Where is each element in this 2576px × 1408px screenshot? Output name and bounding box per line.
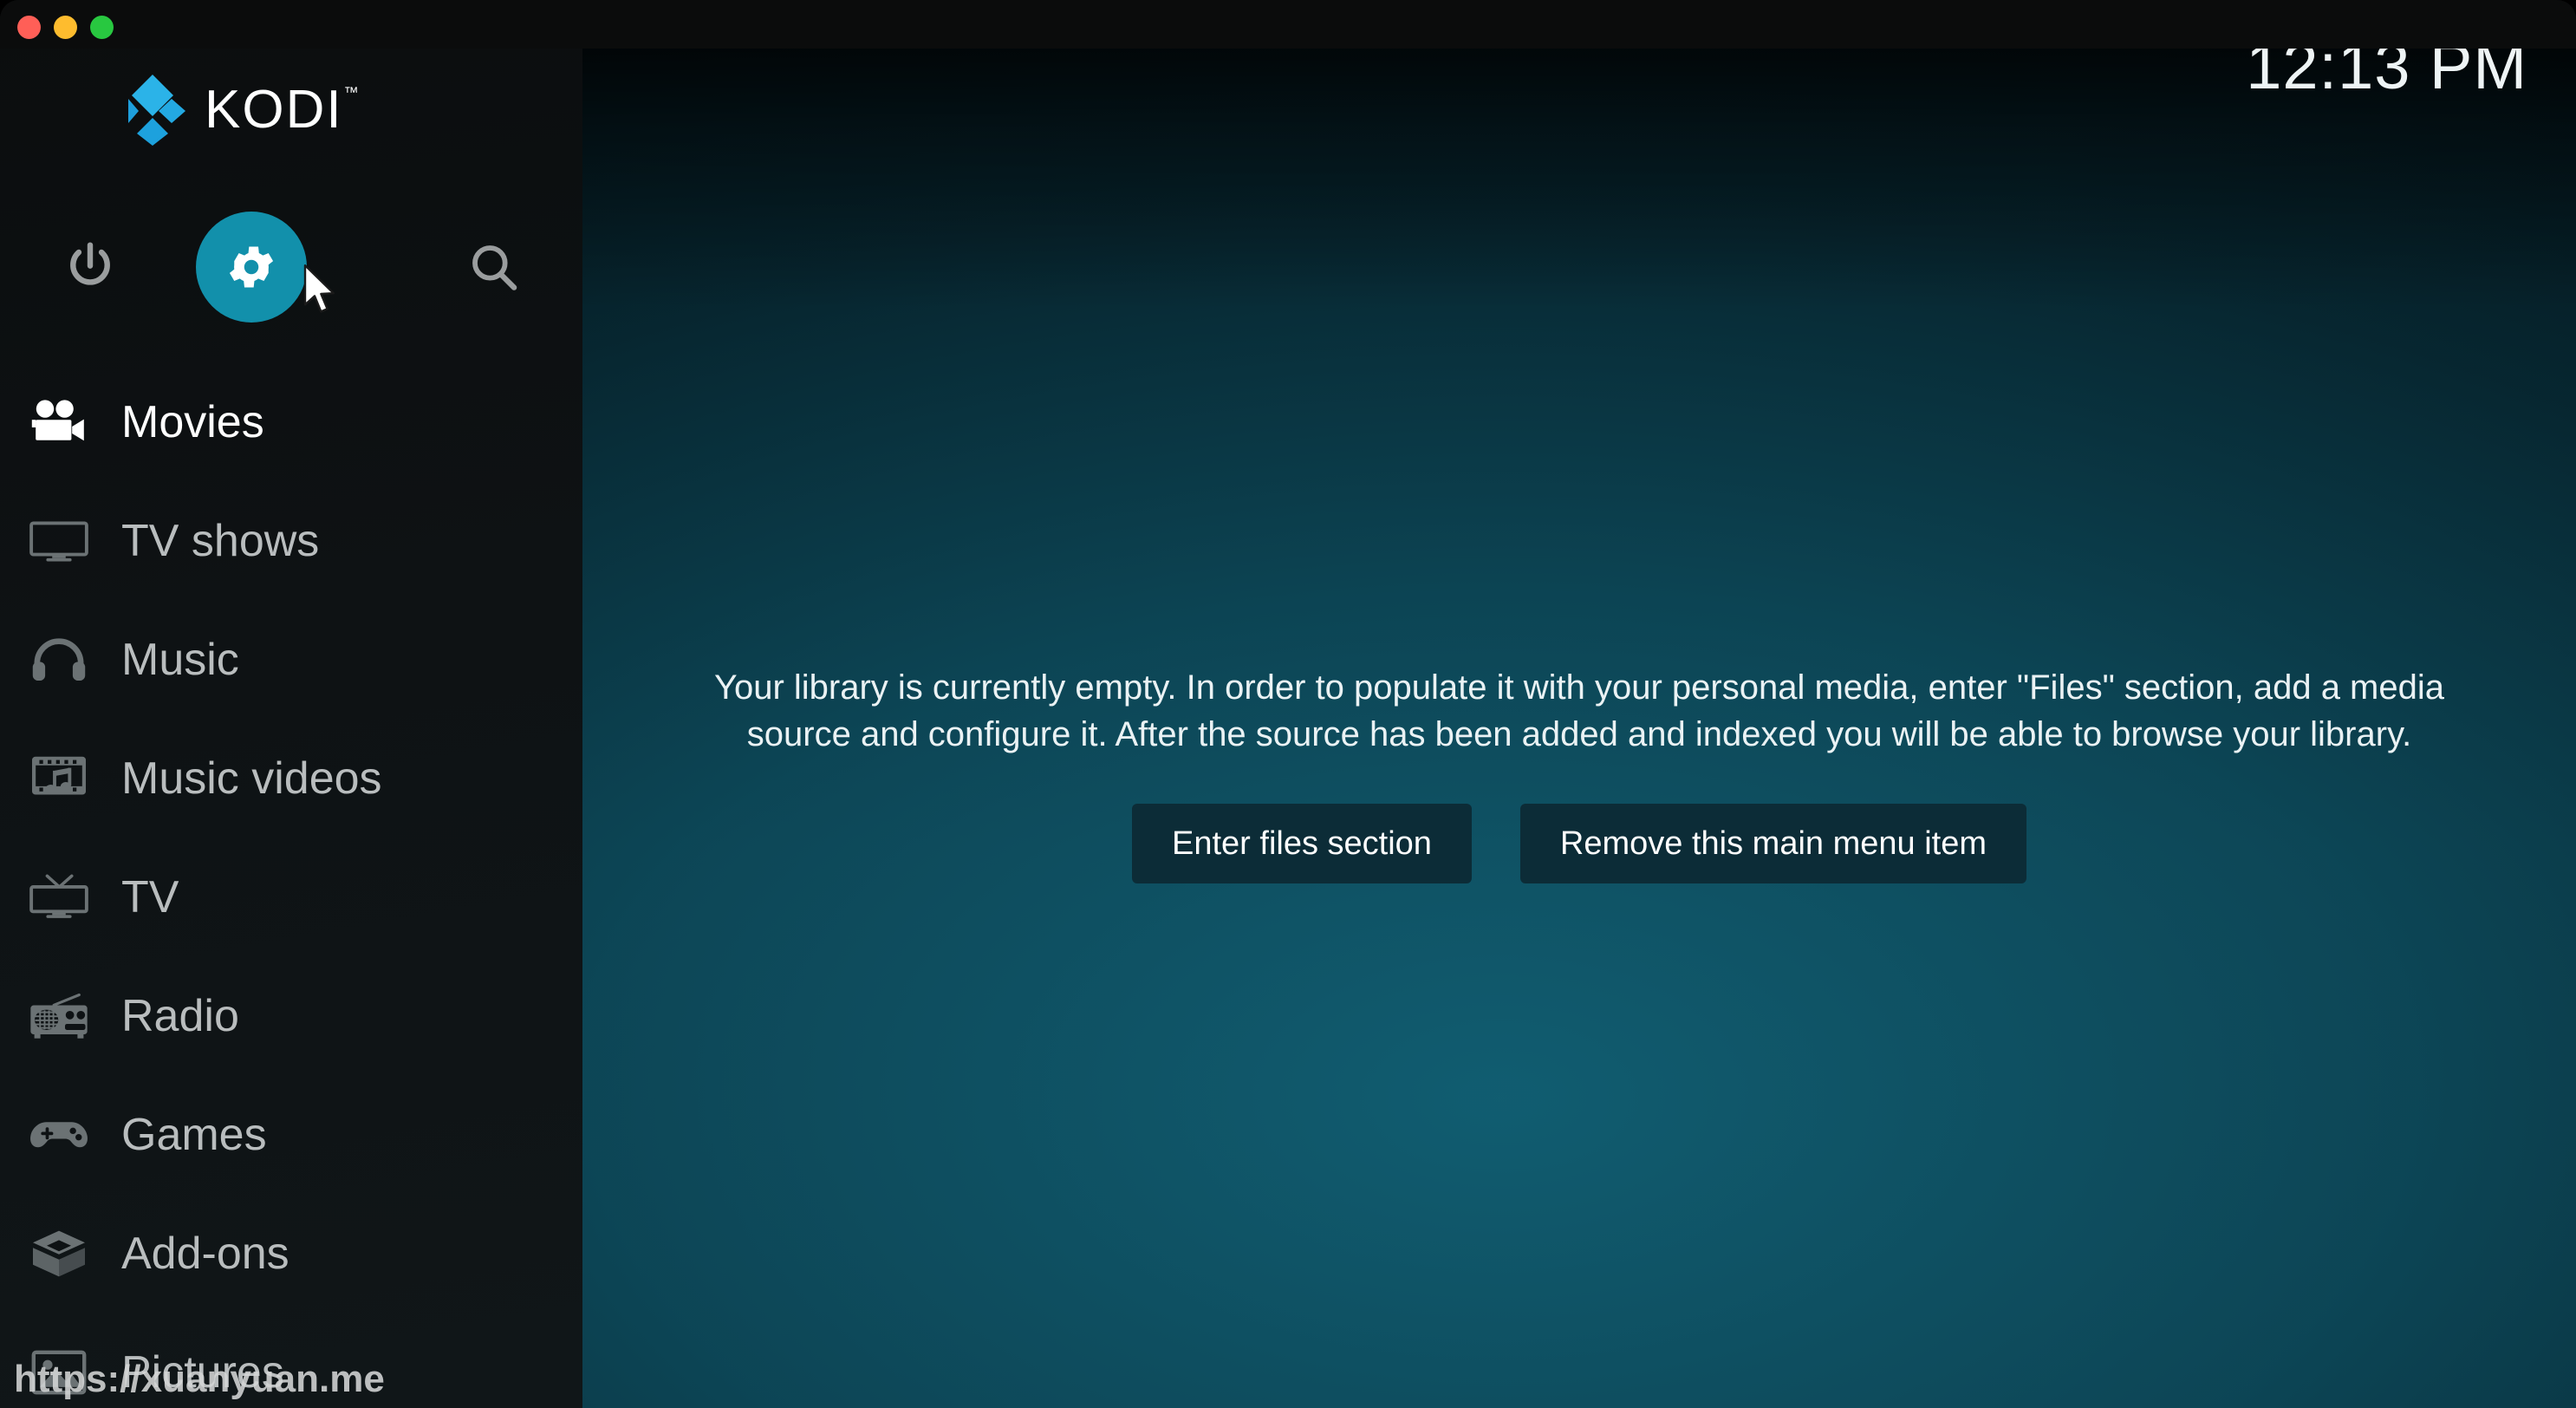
gamepad-icon <box>19 1100 99 1170</box>
remove-main-menu-item-button[interactable]: Remove this main menu item <box>1519 803 2026 883</box>
film-music-icon <box>19 744 99 813</box>
television-icon <box>19 506 99 576</box>
sidebar-item-label: TV <box>121 871 179 922</box>
sidebar-item-label: Games <box>121 1109 267 1160</box>
sidebar-item-music-videos[interactable]: Music videos <box>0 719 582 838</box>
kodi-window: 12:13 PM Your library is currently empty… <box>0 0 2576 1408</box>
window-minimize-button[interactable] <box>54 16 77 39</box>
sidebar-item-music[interactable]: Music <box>0 600 582 719</box>
sidebar: KODI ™ Movies TV shows Music Music video… <box>0 0 582 1408</box>
power-icon <box>70 242 110 285</box>
window-maximize-button[interactable] <box>90 16 114 39</box>
kodi-wordmark: KODI ™ <box>205 80 359 140</box>
enter-files-section-button[interactable]: Enter files section <box>1132 803 1472 883</box>
settings-button[interactable] <box>182 198 321 336</box>
sidebar-item-tv-shows[interactable]: TV shows <box>0 481 582 600</box>
kodi-logo-icon <box>128 75 185 146</box>
movie-camera-icon <box>19 388 99 457</box>
main-content-area: 12:13 PM Your library is currently empty… <box>582 0 2576 1408</box>
sidebar-item-label: Music <box>121 634 239 685</box>
power-button[interactable] <box>21 198 159 336</box>
sidebar-item-label: Radio <box>121 990 239 1041</box>
sidebar-item-radio[interactable]: Radio <box>0 956 582 1075</box>
watermark: https://xuanyuan.me <box>14 1358 385 1400</box>
gear-icon <box>229 246 274 288</box>
empty-library-actions: Enter files section Remove this main men… <box>582 803 2576 883</box>
sidebar-item-add-ons[interactable]: Add-ons <box>0 1194 582 1313</box>
sidebar-item-movies[interactable]: Movies <box>0 362 582 481</box>
sidebar-action-row <box>0 198 582 336</box>
headphones-icon <box>19 625 99 694</box>
settings-button-highlight <box>196 212 307 323</box>
window-close-button[interactable] <box>17 16 41 39</box>
radio-icon <box>19 981 99 1051</box>
sidebar-menu: Movies TV shows Music Music videos TV Ra… <box>0 362 582 1408</box>
search-icon <box>472 245 517 290</box>
kodi-logo: KODI ™ <box>113 73 359 147</box>
sidebar-item-label: Music videos <box>121 753 382 804</box>
empty-library-panel: Your library is currently empty. In orde… <box>582 664 2576 883</box>
kodi-wordmark-text: KODI <box>205 80 343 140</box>
trademark-symbol: ™ <box>343 84 361 101</box>
sidebar-item-label: Add-ons <box>121 1228 289 1279</box>
sidebar-item-games[interactable]: Games <box>0 1075 582 1194</box>
window-titlebar <box>0 0 2576 49</box>
empty-library-message: Your library is currently empty. In orde… <box>713 668 2445 754</box>
sidebar-item-label: Movies <box>121 396 264 447</box>
sidebar-item-tv[interactable]: TV <box>0 838 582 956</box>
search-button[interactable] <box>425 198 563 336</box>
sidebar-item-label: TV shows <box>121 515 320 566</box>
tv-antenna-icon <box>19 863 99 932</box>
addon-box-icon <box>19 1219 99 1288</box>
